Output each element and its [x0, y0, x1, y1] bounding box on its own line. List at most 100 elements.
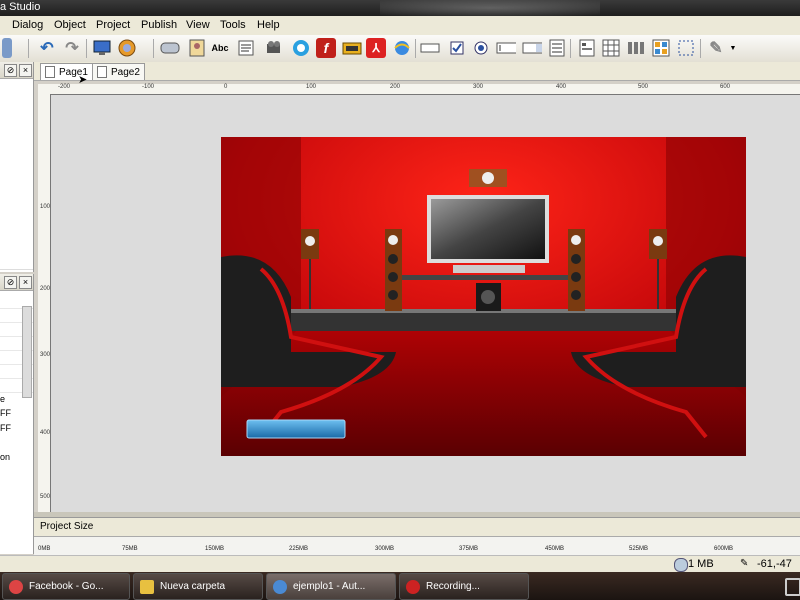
size-tick: 75MB — [122, 546, 138, 552]
pin-icon[interactable]: ⊘ — [4, 276, 17, 289]
menu-dialog[interactable]: Dialog — [12, 19, 43, 31]
toolbar-grip — [2, 38, 12, 58]
ruler-label: -200 — [58, 84, 71, 90]
close-icon[interactable]: × — [19, 64, 32, 77]
title-bar: a Studio — [0, 0, 800, 16]
editbox-icon[interactable] — [496, 38, 516, 58]
menu-publish[interactable]: Publish — [141, 19, 177, 31]
toolbar: ↶ ↷ Abc f ⅄ ✎ ▼ — [0, 35, 800, 63]
taskbar-item-facebook[interactable]: Facebook - Go... — [2, 573, 130, 600]
taskbar-label: ejemplo1 - Aut... — [293, 581, 366, 592]
combobox-icon[interactable] — [522, 38, 542, 58]
ruler-label: 300 — [40, 352, 51, 358]
redo-icon[interactable]: ↷ — [62, 38, 82, 58]
taskbar-label: Nueva carpeta — [160, 581, 226, 592]
video-icon[interactable] — [265, 38, 285, 58]
flash-icon[interactable]: f — [316, 38, 336, 58]
ruler-label: 200 — [390, 84, 401, 90]
pencil-icon: ✎ — [740, 558, 749, 569]
project-size-ruler: 0MB 75MB 150MB 225MB 300MB 375MB 450MB 5… — [34, 536, 800, 555]
project-size-value: 1 MB — [688, 558, 714, 570]
pdf-icon[interactable]: ⅄ — [366, 38, 386, 58]
status-bar: 1 MB ✎ -61,-47 — [0, 555, 800, 573]
ruler-label: 100 — [306, 84, 317, 90]
ruler-left: 100 200 300 400 500 — [38, 94, 51, 512]
home-theater-image[interactable] — [221, 137, 746, 456]
ruler-label: 500 — [638, 84, 649, 90]
menu-help[interactable]: Help — [257, 19, 280, 31]
size-tick: 525MB — [629, 546, 649, 552]
menu-project[interactable]: Project — [96, 19, 130, 31]
taskbar-item-ejemplo1[interactable]: ejemplo1 - Aut... — [266, 573, 396, 600]
menu-tools[interactable]: Tools — [220, 19, 246, 31]
selection-icon[interactable] — [676, 38, 696, 58]
taskbar-item-recording[interactable]: Recording... — [399, 573, 529, 600]
tab-page2[interactable]: Page2 — [92, 63, 145, 80]
recording-icon — [406, 579, 420, 594]
properties-header: ⊘ × — [0, 274, 33, 291]
ruler-label: 600 — [720, 84, 731, 90]
property-value: FF — [0, 408, 11, 418]
menu-object[interactable]: Object — [54, 19, 86, 31]
size-tick: 450MB — [545, 546, 565, 552]
ruler-label: 100 — [40, 204, 51, 210]
menu-view[interactable]: View — [186, 19, 210, 31]
tray-icon[interactable] — [785, 578, 800, 596]
ruler-label: -100 — [142, 84, 155, 90]
ruler-label: 200 — [40, 286, 51, 292]
left-panel-tree[interactable] — [0, 79, 33, 270]
left-panel-top: ⊘ × — [0, 62, 34, 272]
checkbox-icon[interactable] — [447, 38, 467, 58]
property-value: e — [0, 394, 6, 404]
size-tick: 225MB — [289, 546, 309, 552]
web-icon[interactable] — [392, 38, 412, 58]
size-tick: 300MB — [375, 546, 395, 552]
preview-icon[interactable] — [92, 38, 112, 58]
pin-icon[interactable]: ⊘ — [4, 64, 17, 77]
ruler-label: 400 — [556, 84, 567, 90]
button-icon[interactable] — [160, 38, 180, 58]
paragraph-icon[interactable] — [236, 38, 256, 58]
properties-scrollbar[interactable] — [22, 306, 32, 398]
list-icon[interactable] — [547, 38, 567, 58]
slideshow-icon[interactable] — [342, 38, 362, 58]
columns-icon[interactable] — [626, 38, 646, 58]
grid-icon[interactable] — [601, 38, 621, 58]
ruler-label: 0 — [224, 84, 228, 90]
menu-bar: Dialog Object Project Publish View Tools… — [0, 16, 800, 35]
chevron-down-icon[interactable]: ▼ — [728, 38, 738, 58]
size-tick: 150MB — [205, 546, 225, 552]
size-tick: 600MB — [714, 546, 734, 552]
page-tabs: Page1 Page2 — [34, 62, 800, 81]
catalog-icon[interactable] — [651, 38, 671, 58]
quicktime-icon[interactable] — [291, 38, 311, 58]
project-size-title: Project Size — [40, 521, 94, 532]
undo-icon[interactable]: ↶ — [37, 38, 57, 58]
project-size-panel: Project Size 0MB 75MB 150MB 225MB 300MB … — [34, 517, 800, 556]
close-icon[interactable]: × — [19, 276, 32, 289]
inputbox-icon[interactable] — [420, 38, 440, 58]
pencil-icon[interactable]: ✎ — [706, 38, 726, 58]
ruler-label: 400 — [40, 430, 51, 436]
tab-label: Page2 — [111, 66, 140, 78]
publish-icon[interactable] — [117, 38, 137, 58]
window-title: a Studio — [0, 1, 41, 13]
folder-icon — [140, 579, 154, 594]
size-tick: 375MB — [459, 546, 479, 552]
app-icon — [273, 579, 287, 594]
taskbar-label: Facebook - Go... — [29, 581, 104, 592]
taskbar: Facebook - Go... Nueva carpeta ejemplo1 … — [0, 572, 800, 600]
ruler-label: 500 — [40, 494, 51, 500]
left-panel-properties: ⊘ × e FF FF on — [0, 274, 34, 554]
radio-icon[interactable] — [471, 38, 491, 58]
page-icon — [97, 66, 107, 78]
cursor-coordinates: -61,-47 — [757, 558, 792, 570]
report-icon[interactable] — [577, 38, 597, 58]
left-panel-header: ⊘ × — [0, 62, 33, 79]
text-icon[interactable]: Abc — [210, 38, 230, 58]
taskbar-label: Recording... — [426, 581, 480, 592]
property-value: on — [0, 452, 11, 462]
disk-icon — [674, 558, 688, 572]
taskbar-item-folder[interactable]: Nueva carpeta — [133, 573, 263, 600]
image-icon[interactable] — [187, 38, 207, 58]
